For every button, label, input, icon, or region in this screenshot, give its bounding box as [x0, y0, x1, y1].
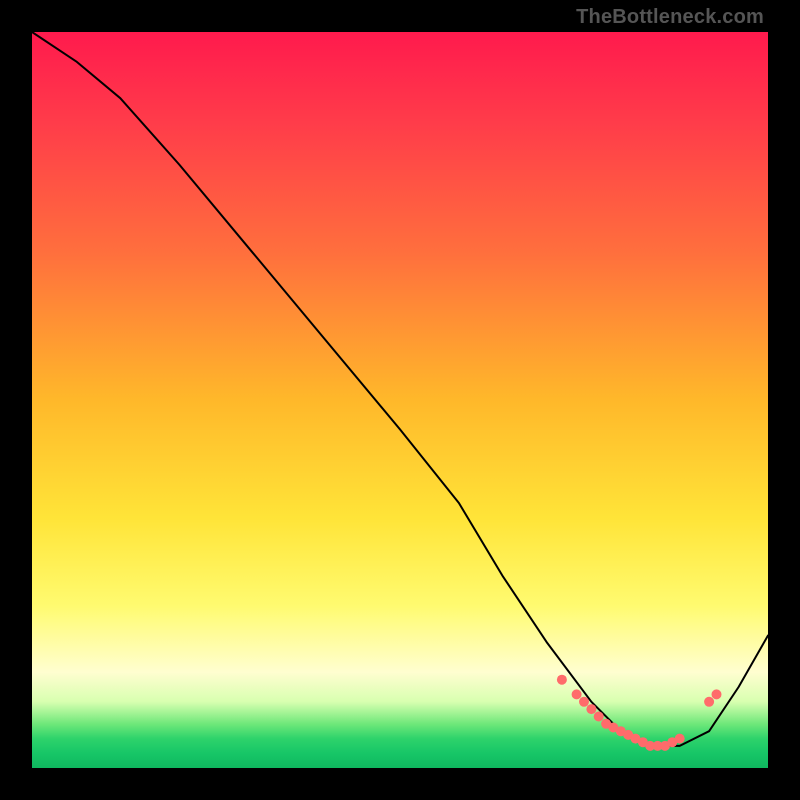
curve-svg [32, 32, 768, 768]
marker-dot [572, 689, 582, 699]
marker-dot [704, 697, 714, 707]
marker-dot [579, 697, 589, 707]
watermark-text: TheBottleneck.com [576, 6, 764, 29]
marker-dot [594, 712, 604, 722]
marker-group [557, 675, 722, 751]
marker-dot [675, 734, 685, 744]
chart-frame: TheBottleneck.com [0, 0, 800, 800]
marker-dot [712, 689, 722, 699]
marker-dot [557, 675, 567, 685]
marker-dot [586, 704, 596, 714]
bottleneck-curve [32, 32, 768, 746]
plot-area [32, 32, 768, 768]
